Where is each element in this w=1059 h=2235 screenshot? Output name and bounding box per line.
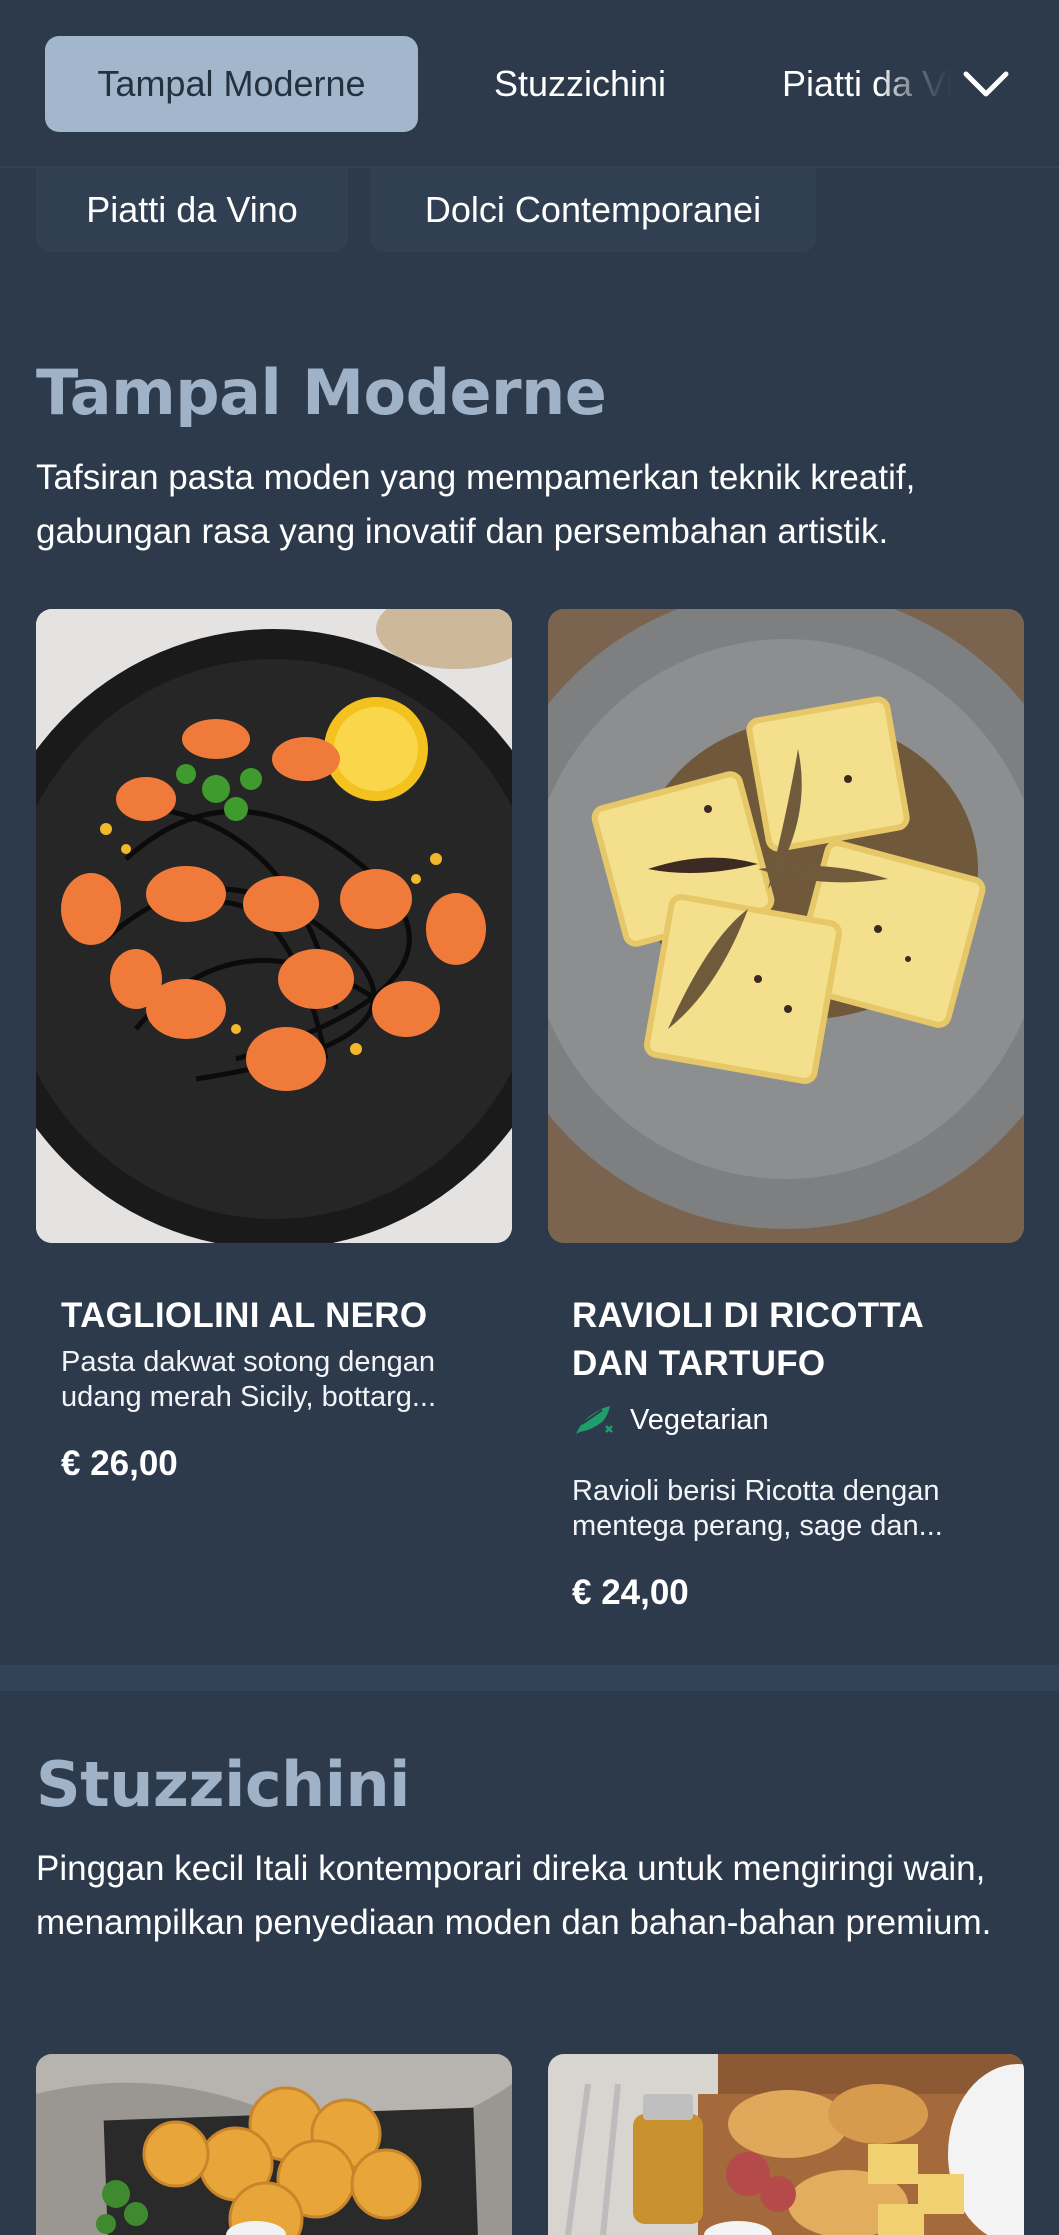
tab-stuzzichini[interactable]: Stuzzichini — [460, 36, 700, 132]
dish-description: Ravioli berisi Ricotta dengan mentega pe… — [572, 1475, 943, 1542]
dish-image-tagliolini[interactable] — [36, 609, 512, 1243]
chip-dolci-contemporanei[interactable]: Dolci Contemporanei — [370, 168, 816, 252]
vegetarian-label: Vegetarian — [630, 1403, 769, 1436]
dish-price: € 26,00 — [61, 1444, 178, 1483]
dish-name[interactable]: RAVIOLI DI RICOTTA DAN TARTUFO — [572, 1292, 992, 1388]
section-description: Tafsiran pasta moden yang mempamerkan te… — [36, 458, 916, 551]
dish-price: € 24,00 — [572, 1573, 689, 1612]
tab-overflow-fade — [880, 36, 960, 132]
dish-description: Pasta dakwat sotong dengan udang merah S… — [61, 1346, 437, 1413]
vegetarian-icon — [576, 1406, 613, 1434]
dish-image-ravioli[interactable] — [548, 609, 1024, 1243]
category-nav: Tampal Moderne Stuzzichini Piatti da Vin… — [0, 0, 1059, 168]
section-title: Stuzzichini — [36, 1748, 410, 1821]
section-divider — [0, 1665, 1059, 1691]
dish-image-stuzzichini-1[interactable] — [36, 2054, 512, 2235]
chevron-down-icon[interactable] — [958, 62, 1014, 106]
tab-tampal-moderne[interactable]: Tampal Moderne — [45, 36, 418, 132]
section-description: Pinggan kecil Itali kontemporari direka … — [36, 1849, 992, 1942]
dish-image-stuzzichini-2[interactable] — [548, 2054, 1024, 2235]
vegetarian-badge: Vegetarian — [572, 1402, 769, 1438]
chip-piatti-da-vino[interactable]: Piatti da Vino — [36, 168, 348, 252]
section-title: Tampal Moderne — [36, 356, 607, 429]
dish-name[interactable]: TAGLIOLINI AL NERO — [61, 1292, 427, 1340]
